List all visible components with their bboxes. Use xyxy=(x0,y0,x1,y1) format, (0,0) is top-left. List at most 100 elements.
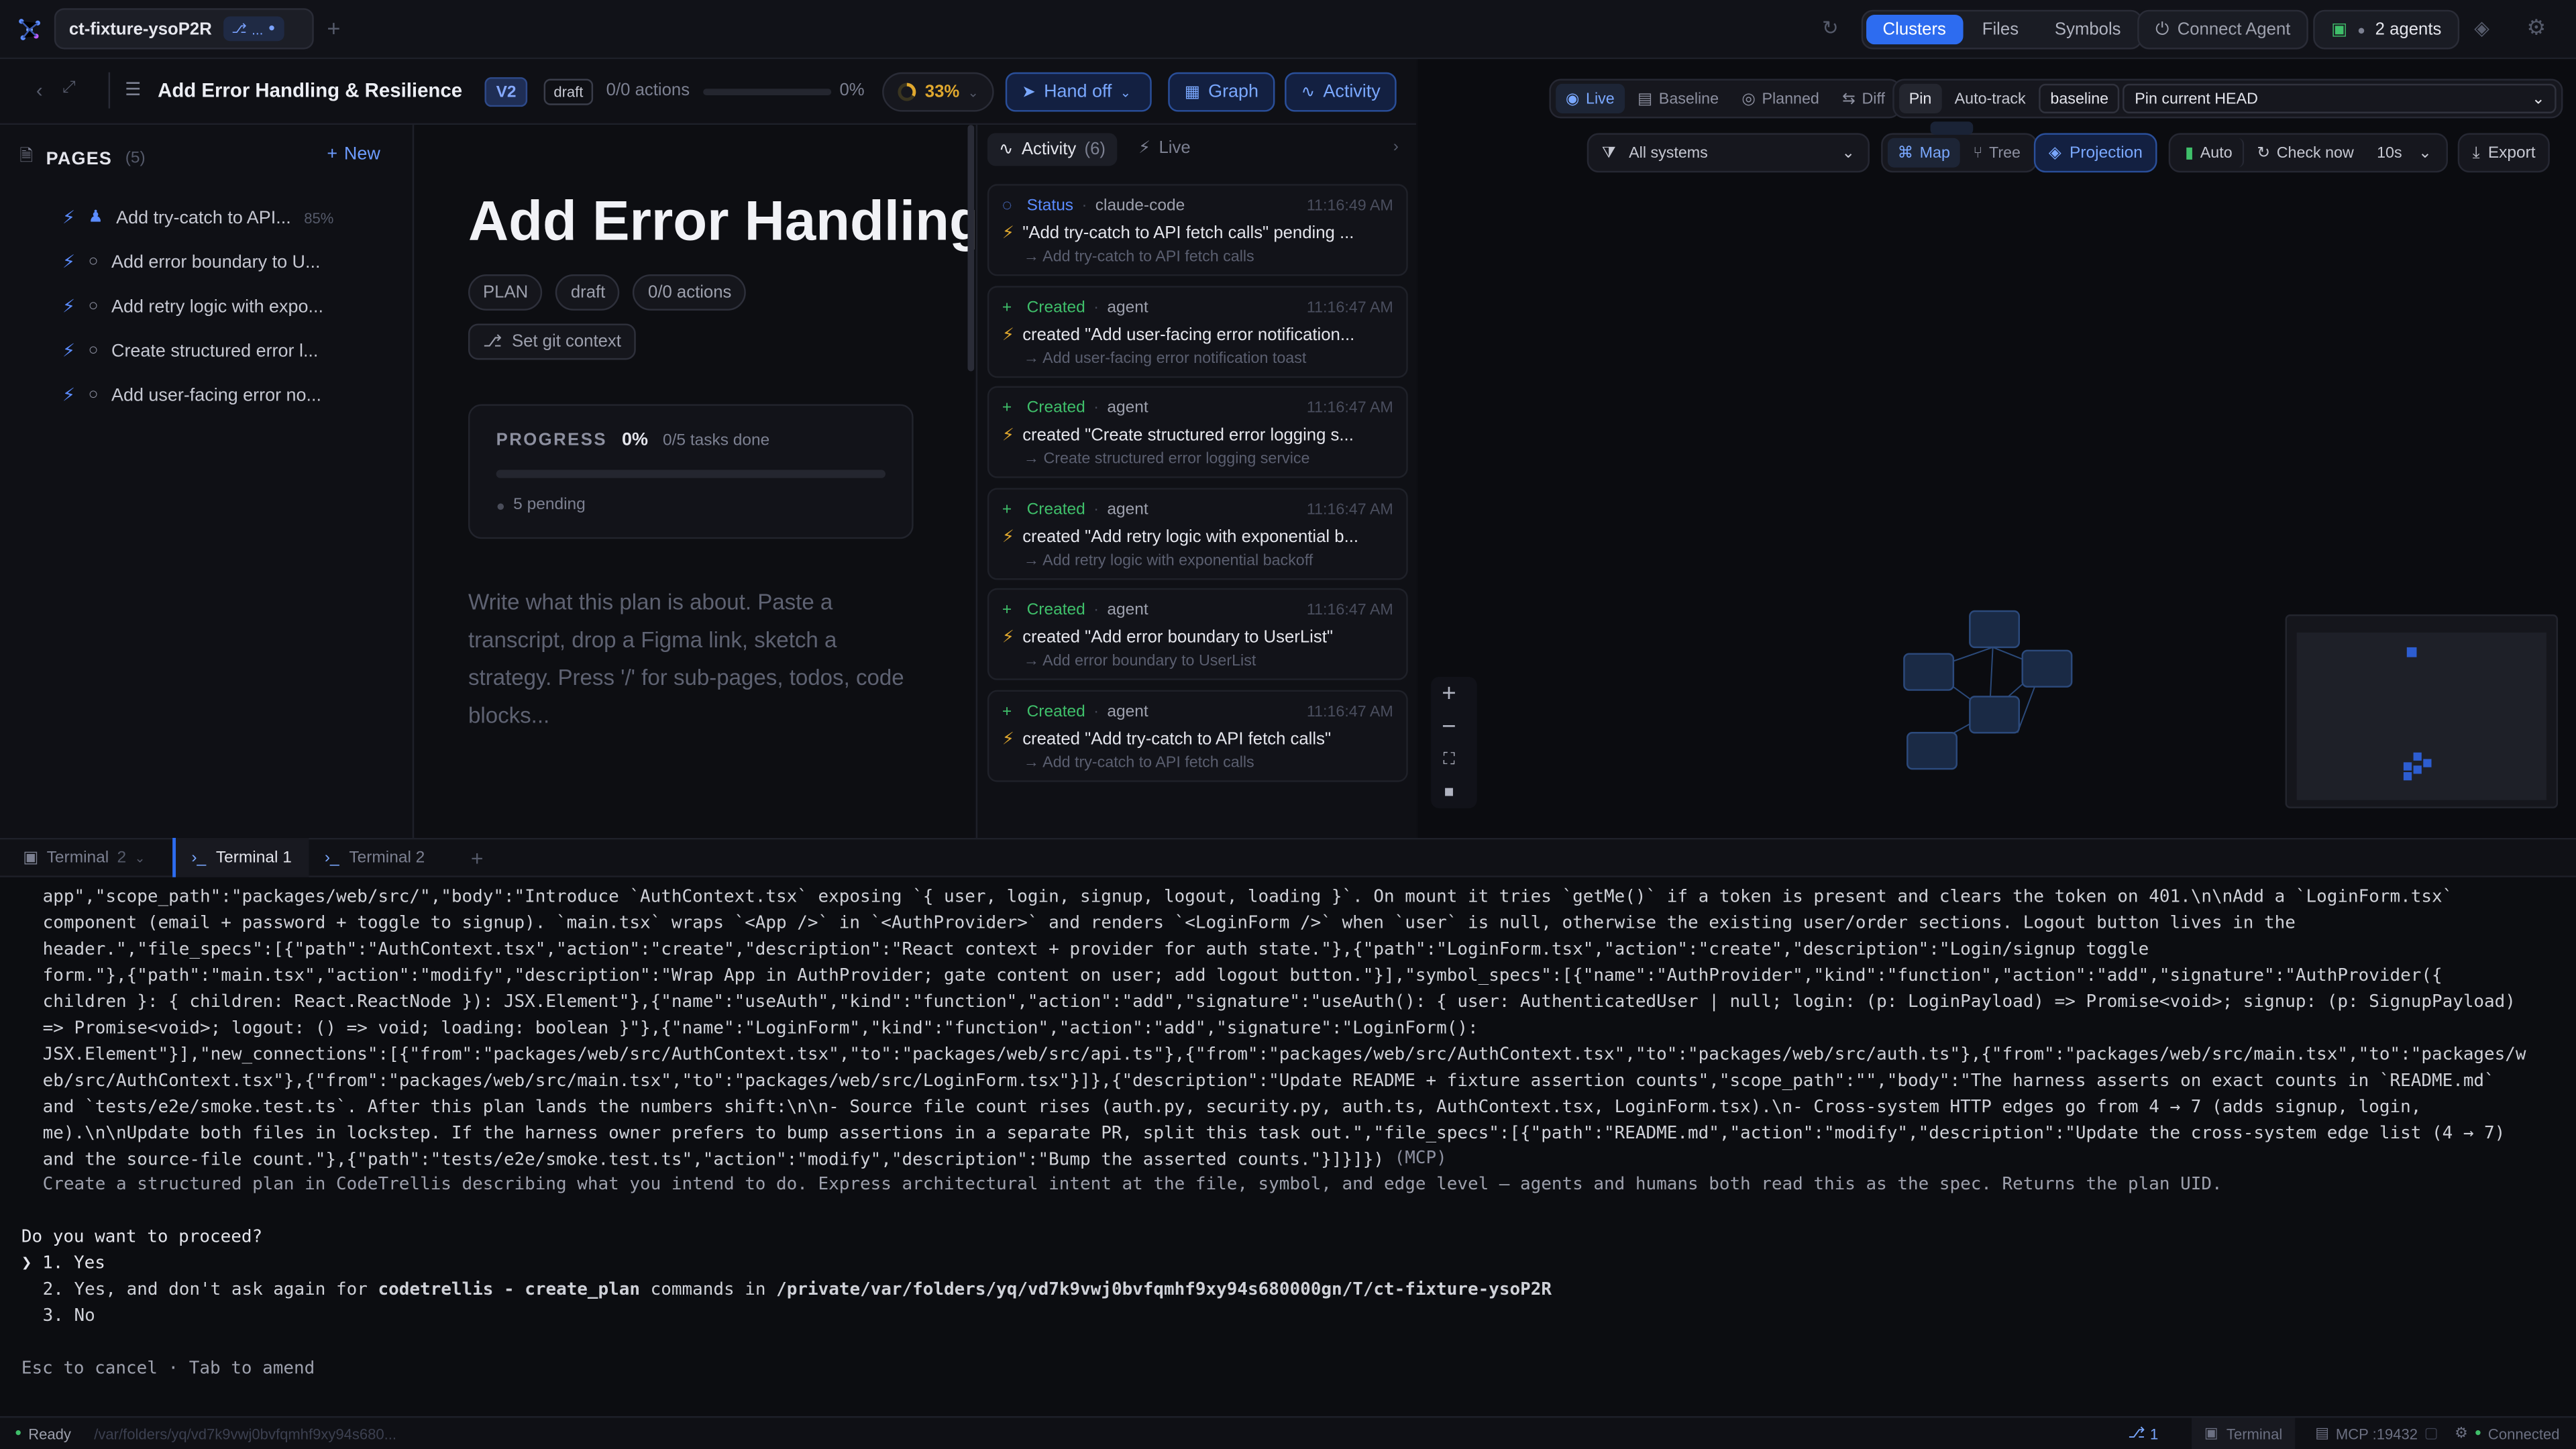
nav-symbols[interactable]: Symbols xyxy=(2038,15,2137,44)
activity-text: created "Add error boundary to UserList" xyxy=(1022,627,1333,647)
collapse-icon[interactable]: ⤢ xyxy=(62,79,76,97)
branch-icon: ⎇ xyxy=(2128,1424,2145,1441)
back-chevron-icon[interactable]: ‹ xyxy=(36,79,43,102)
plus-icon: + xyxy=(1002,298,1012,317)
status-branch-count[interactable]: 1 xyxy=(2150,1426,2158,1442)
separator-dot: · xyxy=(1081,197,1087,215)
terminal-group[interactable]: ▣ Terminal 2 ⌄ xyxy=(23,849,145,867)
workspace-tab[interactable]: ct-fixture-ysoP2R ⎇ ... ● xyxy=(54,8,314,50)
chevron-down-icon: ⌄ xyxy=(1120,85,1132,100)
bolt-icon: ⚡︎ xyxy=(1002,627,1014,647)
agents-indicator[interactable]: ▣ ● 2 agents xyxy=(2313,9,2460,50)
page-item[interactable]: ⚡︎ ♟ Add try-catch to API... 85% xyxy=(0,195,414,239)
app-logo-icon xyxy=(16,16,42,42)
page-item[interactable]: ⚡︎ ○ Add retry logic with expo... xyxy=(0,284,414,329)
activity-card[interactable]: + Created · agent 11:16:47 AM ⚡︎ created "Add … xyxy=(987,487,1408,580)
hand-off-label: Hand off xyxy=(1044,82,1112,102)
nav-files[interactable]: Files xyxy=(1966,15,2035,44)
settings-gear-icon[interactable]: ⚙ xyxy=(2527,15,2546,41)
chevron-right-icon[interactable]: › xyxy=(1393,138,1399,156)
page-item[interactable]: ⚡︎ ○ Create structured error l... xyxy=(0,329,414,373)
plus-icon: + xyxy=(1002,399,1012,418)
page-item-label: Add try-catch to API... xyxy=(116,207,291,228)
nav-clusters[interactable]: Clusters xyxy=(1866,15,1963,45)
bolt-icon: ⚡︎ xyxy=(62,341,76,362)
activity-tab[interactable]: ∿ Activity (6) xyxy=(987,133,1118,166)
terminal-line: me).\n\nUpdate both files in lockstep. I… xyxy=(42,1124,2506,1144)
live-tab-label: Live xyxy=(1159,138,1191,158)
activity-button[interactable]: ∿ Activity xyxy=(1285,72,1397,112)
git-context-label: Set git context xyxy=(511,331,621,352)
terminal-tab-2[interactable]: ›_ Terminal 2 xyxy=(308,838,441,877)
minimap[interactable] xyxy=(2285,614,2559,808)
refresh-icon[interactable]: ↻ xyxy=(1822,16,1839,39)
graph-node-partial[interactable] xyxy=(1930,121,1974,135)
option-2-command: codetrellis - create_plan xyxy=(378,1279,641,1300)
terminal-tab-2-label: Terminal 2 xyxy=(349,848,425,867)
confirm-question: Do you want to proceed? xyxy=(21,1227,263,1247)
bolt-icon: ⚡︎ xyxy=(62,253,76,273)
activity-kind: Created xyxy=(1026,702,1085,720)
activity-subtext: → Add try-catch to API fetch calls xyxy=(1023,248,1254,266)
editor-title[interactable]: Add Error Handling xyxy=(468,191,974,255)
status-bar: ● Ready /var/folders/yq/vd7k9vwj0bvfqmhf… xyxy=(0,1416,2576,1449)
completion-ring-button[interactable]: 33% ⌄ xyxy=(882,72,994,112)
option-yes-dont-ask[interactable]: 2. Yes, and don't ask again for codetrel… xyxy=(43,1277,2557,1303)
branch-badge-label: ... xyxy=(252,20,264,38)
terminal-line: children }: { children: React.ReactNode … xyxy=(42,992,2516,1012)
set-git-context-button[interactable]: ⎇ Set git context xyxy=(468,323,636,360)
activity-subtext: → Create structured error logging servic… xyxy=(1023,450,1310,468)
activity-card[interactable]: + Created · agent 11:16:47 AM ⚡︎ created "Add … xyxy=(987,284,1408,378)
activity-card[interactable]: ◌ Status · claude-code 11:16:49 AM ⚡︎ "Add try… xyxy=(987,184,1408,276)
pages-heading: PAGES xyxy=(46,148,113,169)
status-terminal[interactable]: ▣ Terminal xyxy=(2191,1417,2296,1449)
ready-dot-icon: ● xyxy=(15,1428,22,1440)
page-item[interactable]: ⚡︎ ○ Add error boundary to U... xyxy=(0,240,414,284)
server-icon: ▤ xyxy=(2315,1424,2330,1441)
progress-percent-value: 0% xyxy=(621,430,648,451)
activity-actor: agent xyxy=(1107,702,1148,720)
new-tab-plus-icon[interactable]: + xyxy=(327,15,340,41)
graph-node-cluster[interactable] xyxy=(1903,610,2073,770)
editor-scrollbar[interactable] xyxy=(967,125,975,372)
option-yes[interactable]: ❯ 1. Yes xyxy=(21,1250,2535,1277)
option-2-mid: commands in xyxy=(640,1279,777,1300)
option-no[interactable]: 3. No xyxy=(43,1303,2557,1329)
terminal-line: component (email + password + toggle to … xyxy=(42,913,2296,934)
activity-text: created "Add retry logic with exponentia… xyxy=(1022,526,1359,547)
graph-button[interactable]: ▦ Graph xyxy=(1168,72,1275,112)
page-item[interactable]: ⚡︎ ○ Add user-facing error no... xyxy=(0,373,414,417)
live-tab[interactable]: ⚡︎ Live xyxy=(1138,138,1190,158)
editor-placeholder[interactable]: Write what this plan is about. Paste a t… xyxy=(468,583,920,734)
fit-view-icon[interactable]: ⛶ xyxy=(1431,743,1467,775)
activity-time: 11:16:49 AM xyxy=(1306,197,1393,215)
lock-icon[interactable]: ■ xyxy=(1431,775,1467,808)
option-2-path: /private/var/folders/yq/vd7k9vwj0bvfqmhf… xyxy=(776,1279,1552,1300)
version-badge[interactable]: V2 xyxy=(484,77,528,107)
zoom-in-icon[interactable]: + xyxy=(1431,677,1467,710)
activity-card[interactable]: + Created · agent 11:16:47 AM ⚡︎ created "Add … xyxy=(987,689,1408,782)
activity-card[interactable]: + Created · agent 11:16:47 AM ⚡︎ created "Crea… xyxy=(987,386,1408,478)
activity-card[interactable]: + Created · agent 11:16:47 AM ⚡︎ created "Add … xyxy=(987,588,1408,680)
status-badge: draft xyxy=(543,78,594,105)
new-page-button[interactable]: + New xyxy=(327,145,380,164)
app-root: ct-fixture-ysoP2R ⎇ ... ● + ↻ Clusters F… xyxy=(0,0,2576,1449)
bolt-icon: ⚡︎ xyxy=(1002,223,1014,244)
branch-badge[interactable]: ⎇ ... ● xyxy=(223,16,284,42)
zoom-out-icon[interactable]: − xyxy=(1431,710,1467,743)
status-mcp[interactable]: MCP :19432 xyxy=(2336,1426,2418,1442)
hand-off-button[interactable]: ➤ Hand off ⌄ xyxy=(1005,72,1152,112)
activity-kind: Created xyxy=(1026,601,1085,620)
graph-view: ◉ Live ▤ Baseline ◎ Planned ⇆ Diff Pin Auto-… xyxy=(1417,59,2576,838)
terminal-line: app","scope_path":"packages/web/src/","b… xyxy=(42,887,2453,907)
connect-agent-button[interactable]: ⏻ Connect Agent xyxy=(2137,9,2309,50)
pages-sidebar: 🗎 PAGES (5) + New ⚡︎ ♟ Add try-catch to AP… xyxy=(0,125,415,838)
progress-tasks: 0/5 tasks done xyxy=(662,431,770,449)
terminal-output[interactable]: app","scope_path":"packages/web/src/","b… xyxy=(0,877,2576,1417)
todo-circle-icon: ○ xyxy=(88,341,99,360)
activity-time: 11:16:47 AM xyxy=(1306,702,1393,720)
add-terminal-plus-icon[interactable]: + xyxy=(471,845,484,870)
graph-icon: ▦ xyxy=(1184,83,1200,101)
layers-icon[interactable]: ◈ xyxy=(2474,16,2489,39)
terminal-tab-1[interactable]: ›_ Terminal 1 xyxy=(171,837,309,877)
